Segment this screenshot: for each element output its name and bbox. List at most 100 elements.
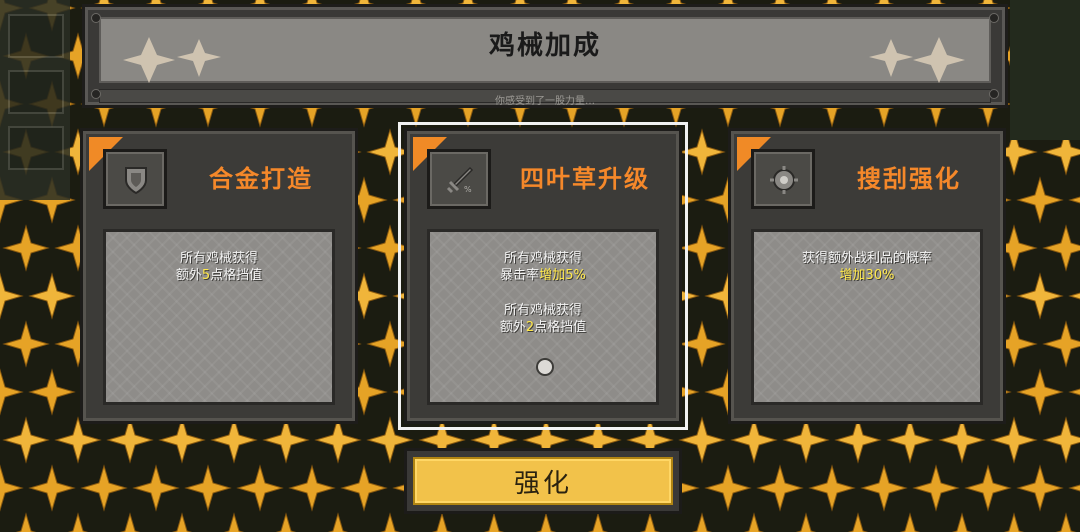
sparkle-icon bbox=[951, 512, 973, 532]
sparkle-icon bbox=[379, 512, 401, 532]
rivet bbox=[91, 89, 101, 99]
header-banner: 鸡械加成 你感受到了一股力量… bbox=[82, 4, 1008, 108]
sparkle-icon bbox=[2, 320, 50, 368]
sparkle-icon bbox=[314, 416, 362, 464]
upgrade-card-scavenge[interactable]: 搜刮强化 获得额外战利品的概率 增加30% bbox=[728, 128, 1006, 424]
sparkle-icon bbox=[730, 416, 778, 464]
enhance-button[interactable]: 强化 bbox=[413, 457, 673, 505]
sparkle-icon bbox=[678, 128, 726, 176]
sparkle-icon bbox=[28, 464, 76, 512]
description-line: 所有鸡械获得 bbox=[503, 251, 582, 266]
card-description: 所有鸡械获得 暴击率增加5% 所有鸡械获得 额外2点格挡值 bbox=[427, 229, 659, 405]
sparkle-icon bbox=[80, 464, 128, 512]
sparkle-icon bbox=[535, 512, 557, 532]
sparkle-icon bbox=[912, 464, 960, 512]
sparkle-icon bbox=[28, 368, 76, 416]
page-title: 鸡械加成 bbox=[488, 31, 601, 61]
sparkle-icon bbox=[1068, 292, 1080, 300]
sparkle-icon bbox=[28, 272, 76, 320]
sparkle-icon bbox=[262, 416, 310, 464]
card-title: 搜刮强化 bbox=[857, 165, 961, 193]
rivet bbox=[91, 13, 101, 23]
sparkle-icon bbox=[1016, 272, 1064, 320]
confirm-button-frame: 强化 bbox=[404, 448, 682, 514]
sparkle-icon bbox=[184, 464, 232, 512]
sparkle-icon bbox=[1042, 320, 1080, 368]
sparkle-icon bbox=[275, 512, 297, 532]
sparkle-icon bbox=[171, 512, 193, 532]
sparkle-icon bbox=[15, 512, 37, 532]
sparkle-icon bbox=[743, 512, 765, 532]
sparkle-icon bbox=[1042, 224, 1080, 272]
sparkle-icon bbox=[1068, 388, 1080, 396]
card-description: 获得额外战利品的概率 增加30% bbox=[751, 229, 983, 405]
description-line: 额外2点格挡值 bbox=[499, 320, 587, 335]
description-line: 额外5点格挡值 bbox=[175, 268, 263, 283]
sparkle-icon bbox=[2, 224, 50, 272]
page-subtitle: 你感受到了一股力量… bbox=[495, 96, 595, 107]
upgrade-card-clover[interactable]: % 四叶草升级 所有鸡械获得 暴击率增加5% 所有鸡械获得 额外2点格挡值 bbox=[398, 122, 688, 430]
sparkle-icon bbox=[691, 512, 713, 532]
description-line: 所有鸡械获得 bbox=[179, 251, 258, 266]
sparkle-icon bbox=[340, 464, 388, 512]
side-slot bbox=[8, 126, 64, 170]
sparkle-icon bbox=[483, 512, 505, 532]
description-line: 增加30% bbox=[839, 268, 895, 283]
sparkle-icon bbox=[67, 512, 89, 532]
card-title: 合金打造 bbox=[209, 165, 313, 193]
sparkle-icon bbox=[431, 512, 453, 532]
description-line: 获得额外战利品的概率 bbox=[801, 251, 932, 266]
upgrade-card-alloy[interactable]: 合金打造 所有鸡械获得 额外5点格挡值 bbox=[80, 128, 358, 424]
sparkle-icon bbox=[587, 512, 609, 532]
sparkle-icon bbox=[1055, 512, 1077, 532]
side-slot bbox=[8, 14, 64, 58]
sparkle-icon bbox=[1016, 368, 1064, 416]
right-side-panel bbox=[1010, 0, 1080, 140]
sparkle-icon bbox=[847, 512, 869, 532]
description-line: 暴击率增加5% bbox=[500, 268, 586, 283]
side-slot bbox=[8, 70, 64, 114]
sparkle-icon bbox=[964, 464, 1012, 512]
sparkle-icon bbox=[808, 464, 856, 512]
sparkle-icon bbox=[938, 416, 986, 464]
sparkle-icon bbox=[678, 224, 726, 272]
sparkle-icon bbox=[678, 416, 726, 464]
left-side-panel bbox=[0, 0, 70, 200]
sparkle-icon bbox=[899, 512, 921, 532]
loot-icon bbox=[770, 166, 798, 194]
svg-text:%: % bbox=[464, 185, 472, 194]
sparkle-icon bbox=[223, 512, 245, 532]
sparkle-icon bbox=[704, 464, 752, 512]
rivet bbox=[989, 13, 999, 23]
sparkle-icon bbox=[860, 464, 908, 512]
sparkle-icon bbox=[1042, 416, 1080, 464]
card-description: 所有鸡械获得 额外5点格挡值 bbox=[103, 229, 335, 405]
sparkle-icon bbox=[210, 416, 258, 464]
sparkle-icon bbox=[158, 416, 206, 464]
cooldown-token-icon bbox=[536, 358, 554, 376]
sparkle-icon bbox=[834, 416, 882, 464]
sparkle-icon bbox=[1068, 196, 1080, 204]
sparkle-icon bbox=[886, 416, 934, 464]
sparkle-icon bbox=[782, 416, 830, 464]
sparkle-icon bbox=[236, 464, 284, 512]
sparkle-icon bbox=[1068, 484, 1080, 492]
card-icon-frame bbox=[103, 149, 167, 209]
sparkle-icon bbox=[54, 416, 102, 464]
sparkle-icon bbox=[288, 464, 336, 512]
sparkle-icon bbox=[106, 416, 154, 464]
sparkle-icon bbox=[639, 512, 661, 532]
sword-icon: % bbox=[446, 166, 474, 194]
sparkle-icon bbox=[327, 512, 349, 532]
description-line: 所有鸡械获得 bbox=[503, 303, 582, 318]
sparkle-icon bbox=[1016, 464, 1064, 512]
sparkle-icon bbox=[1003, 512, 1025, 532]
sparkle-icon bbox=[795, 512, 817, 532]
sparkle-icon bbox=[1016, 176, 1064, 224]
sparkle-icon bbox=[0, 464, 24, 512]
sparkle-icon bbox=[990, 416, 1038, 464]
card-title: 四叶草升级 bbox=[520, 165, 650, 193]
card-icon-frame bbox=[751, 149, 815, 209]
sparkle-icon bbox=[0, 368, 24, 416]
sparkle-icon bbox=[756, 464, 804, 512]
